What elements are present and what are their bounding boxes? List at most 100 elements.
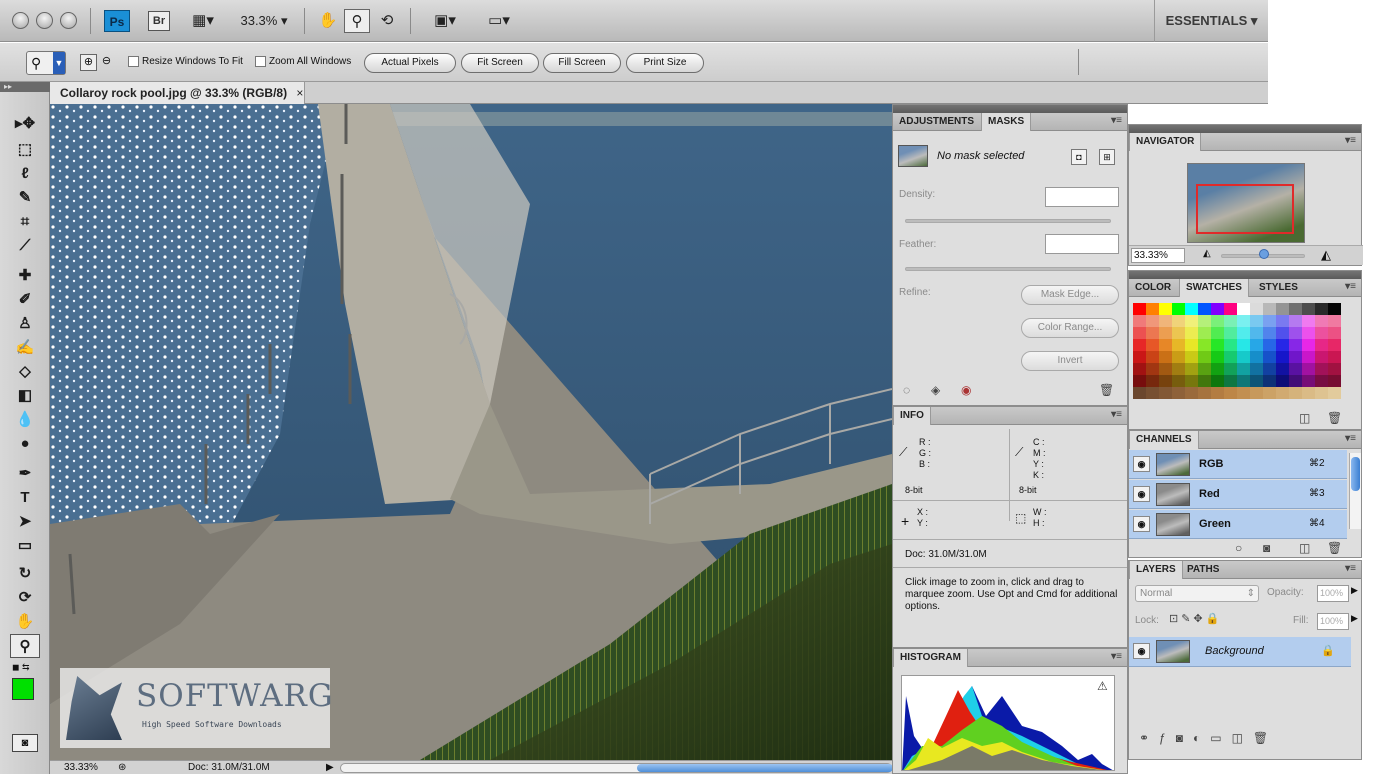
gradient-tool-icon[interactable]: ◧ (10, 384, 40, 408)
color-swatch[interactable] (1133, 327, 1146, 339)
eye-icon[interactable]: ◉ (1133, 486, 1150, 502)
color-swatch[interactable] (1198, 339, 1211, 351)
close-tab-icon[interactable]: × (296, 86, 303, 100)
color-swatch[interactable] (1289, 315, 1302, 327)
tab-color[interactable]: COLOR (1129, 279, 1177, 297)
color-swatch[interactable] (1302, 327, 1315, 339)
rectangle-tool-icon[interactable]: ▭ (10, 534, 40, 558)
trash-icon[interactable]: 🗑 (1327, 411, 1342, 425)
trash-icon[interactable]: 🗑 (1327, 541, 1342, 555)
color-swatch[interactable] (1263, 351, 1276, 363)
color-swatch[interactable] (1276, 303, 1289, 315)
color-swatch[interactable] (1224, 387, 1237, 399)
color-swatch[interactable] (1224, 351, 1237, 363)
channel-row-rgb[interactable]: ◉ RGB ⌘2 (1129, 450, 1347, 479)
layer-row-background[interactable]: ◉ Background 🔒 (1129, 637, 1351, 667)
color-swatch[interactable] (1315, 375, 1328, 387)
tab-styles[interactable]: STYLES (1253, 279, 1304, 297)
3d-rotate-tool-icon[interactable]: ↻ (10, 562, 40, 586)
opacity-input[interactable]: 100% (1317, 585, 1349, 602)
color-swatch[interactable] (1172, 339, 1185, 351)
feather-input[interactable] (1045, 234, 1119, 254)
color-swatch[interactable] (1224, 363, 1237, 375)
color-swatch[interactable] (1133, 339, 1146, 351)
fill-screen-button[interactable]: Fill Screen (543, 53, 621, 73)
apply-mask-icon[interactable]: ◈ (931, 383, 940, 397)
zoom-in-mode-button[interactable]: ⊕ (80, 54, 97, 71)
scrollbar-thumb[interactable] (637, 764, 893, 772)
3d-orbit-tool-icon[interactable]: ⟳ (10, 586, 40, 610)
color-swatch[interactable] (1146, 363, 1159, 375)
color-swatch[interactable] (1237, 339, 1250, 351)
color-swatch[interactable] (1133, 363, 1146, 375)
color-swatch[interactable] (1315, 387, 1328, 399)
panel-menu-icon[interactable]: ▾≡ (1345, 281, 1356, 292)
type-tool-icon[interactable]: T (10, 486, 40, 510)
crop-tool-icon[interactable]: ⌗ (10, 210, 40, 234)
tab-masks[interactable]: MASKS (981, 113, 1032, 131)
color-swatch[interactable] (1289, 303, 1302, 315)
resize-windows-checkbox[interactable]: Resize Windows To Fit (128, 56, 243, 67)
color-swatch[interactable] (1224, 339, 1237, 351)
color-swatch[interactable] (1172, 303, 1185, 315)
color-swatch[interactable] (1276, 387, 1289, 399)
checkbox-box[interactable] (128, 56, 139, 67)
color-swatch[interactable] (1159, 303, 1172, 315)
panel-menu-icon[interactable]: ▾≡ (1345, 433, 1356, 444)
clone-stamp-tool-icon[interactable]: ♙ (10, 312, 40, 336)
color-swatch[interactable] (1172, 351, 1185, 363)
density-slider[interactable] (905, 219, 1111, 223)
status-menu-arrow[interactable]: ▶ (326, 761, 334, 774)
history-brush-tool-icon[interactable]: ✍ (10, 336, 40, 360)
color-swatch[interactable] (1263, 315, 1276, 327)
marquee-tool-icon[interactable]: ⬚ (10, 138, 40, 162)
navigator-thumbnail[interactable] (1187, 163, 1305, 243)
color-swatch[interactable] (1276, 315, 1289, 327)
save-selection-icon[interactable]: ◙ (1263, 541, 1270, 555)
swatch-grid[interactable] (1133, 303, 1345, 407)
zoom-tool-button[interactable]: ⚲ (344, 9, 370, 33)
collapse-tools-icon[interactable]: ▸▸ (0, 82, 50, 92)
color-swatch[interactable] (1198, 315, 1211, 327)
color-swatch[interactable] (1146, 339, 1159, 351)
color-swatch[interactable] (1250, 351, 1263, 363)
channel-row-red[interactable]: ◉ Red ⌘3 (1129, 480, 1347, 509)
panel-menu-icon[interactable]: ▾≡ (1345, 563, 1356, 574)
color-swatch[interactable] (1198, 375, 1211, 387)
tab-navigator[interactable]: NAVIGATOR (1129, 133, 1202, 151)
new-swatch-icon[interactable]: ◫ (1299, 411, 1310, 425)
panel-menu-icon[interactable]: ▾≡ (1111, 115, 1122, 126)
color-swatch[interactable] (1289, 327, 1302, 339)
zoom-out-mode-button[interactable]: ⊖ (98, 54, 115, 71)
color-swatch[interactable] (1302, 315, 1315, 327)
lasso-tool-icon[interactable]: ℓ (10, 162, 40, 186)
pen-tool-icon[interactable]: ✒ (10, 462, 40, 486)
move-tool-icon[interactable]: ▸✥ (10, 112, 40, 136)
close-window-button[interactable] (12, 12, 29, 29)
color-swatch[interactable] (1328, 387, 1341, 399)
tab-info[interactable]: INFO (893, 407, 931, 425)
eraser-tool-icon[interactable]: ◇ (10, 360, 40, 384)
vector-mask-button[interactable]: ⊞ (1099, 149, 1115, 165)
color-swatch[interactable] (1133, 387, 1146, 399)
color-swatch[interactable] (1237, 375, 1250, 387)
color-range-button[interactable]: Color Range... (1021, 318, 1119, 338)
color-swatch[interactable] (1276, 351, 1289, 363)
color-swatch[interactable] (1263, 363, 1276, 375)
color-swatch[interactable] (1133, 303, 1146, 315)
quick-mask-icon[interactable]: ◙ (12, 734, 38, 752)
invert-button[interactable]: Invert (1021, 351, 1119, 371)
color-swatch[interactable] (1185, 387, 1198, 399)
color-swatch[interactable] (1328, 327, 1341, 339)
zoom-tool-icon[interactable]: ⚲ (10, 634, 40, 658)
blur-tool-icon[interactable]: 💧 (10, 408, 40, 432)
trash-icon[interactable]: 🗑 (1099, 383, 1114, 397)
tool-preset-picker[interactable]: ⚲ ▼ (26, 51, 66, 75)
color-swatch[interactable] (1276, 363, 1289, 375)
tab-channels[interactable]: CHANNELS (1129, 431, 1199, 449)
color-swatch[interactable] (1263, 387, 1276, 399)
color-swatch[interactable] (1198, 327, 1211, 339)
color-swatch[interactable] (1172, 363, 1185, 375)
color-swatch[interactable] (1250, 303, 1263, 315)
color-swatch[interactable] (1289, 351, 1302, 363)
